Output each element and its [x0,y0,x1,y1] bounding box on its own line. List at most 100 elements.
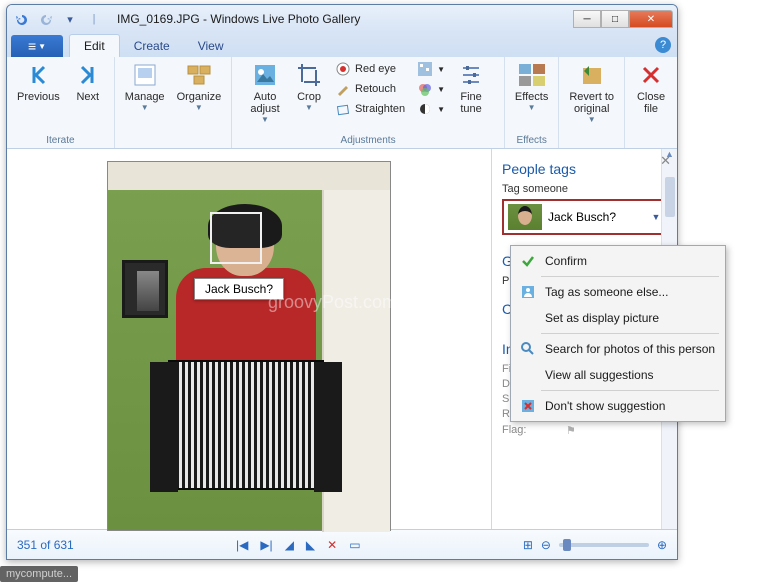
menu-set-display-label: Set as display picture [545,311,659,325]
qat-dropdown-icon[interactable]: ▾ [59,9,81,29]
window-controls: ─ □ ✕ [573,10,673,28]
menu-view-all-label: View all suggestions [545,368,654,382]
close-button[interactable]: ✕ [629,10,673,28]
exposure-button[interactable]: ▼ [415,99,447,119]
menu-view-all[interactable]: View all suggestions [513,362,723,388]
tag-suggestion[interactable]: Jack Busch? ▼ [502,199,669,235]
tag-context-menu: Confirm Tag as someone else... Set as di… [510,245,726,422]
menu-search-label: Search for photos of this person [545,342,715,356]
photo-viewport[interactable]: Jack Busch? groovyPost.com [7,149,491,529]
window-title: IMG_0169.JPG - Windows Live Photo Galler… [117,12,573,26]
close-file-button[interactable]: Close file [631,59,671,117]
revert-group-label [565,135,618,148]
tag-thumbnail [508,204,542,230]
confirm-icon [519,252,537,270]
watermark: groovyPost.com [268,292,397,313]
effects-group-label: Effects [511,135,552,148]
person-icon [519,283,537,301]
quick-access-toolbar: ▾ | [11,9,105,29]
undo-icon[interactable] [11,9,33,29]
noise-button[interactable]: ▼ [415,59,447,79]
ribbon-tabs: ≡▼ Edit Create View [7,33,677,57]
iterate-group-label: Iterate [13,135,108,148]
organize-label: Organize [177,91,222,103]
zoom-in-icon[interactable]: ⊕ [657,538,667,552]
menu-confirm-label: Confirm [545,254,587,268]
flag-icon[interactable]: ⚑ [566,424,576,437]
straighten-label: Straighten [355,103,405,115]
help-icon[interactable]: ? [655,37,671,53]
adjustments-extra: ▼ ▼ ▼ [415,59,447,119]
adjustments-stack: Red eye Retouch Straighten [333,59,407,119]
face-detection-box[interactable] [210,212,262,264]
sb-delete-icon[interactable]: ✕ [327,538,337,552]
retouch-button[interactable]: Retouch [333,79,407,99]
sb-slideshow-icon[interactable]: ▭ [349,538,360,552]
tab-view[interactable]: View [184,35,238,57]
tab-edit[interactable]: Edit [69,34,120,57]
crop-button[interactable]: Crop▼ [289,59,329,114]
sb-rotate-right-icon[interactable]: ◣ [306,538,315,552]
photo-counter: 351 of 631 [17,538,74,552]
ribbon-group-revert: Revert to original▼ [559,57,625,148]
maximize-button[interactable]: □ [601,10,629,28]
crop-label: Crop [297,91,321,103]
status-toolbar: |◀ ▶| ◢ ◣ ✕ ▭ [74,538,523,552]
menu-tag-as-label: Tag as someone else... [545,285,668,299]
manage-group-label [121,135,225,148]
zoom-slider[interactable] [559,543,649,547]
auto-adjust-button[interactable]: Auto adjust▼ [245,59,285,126]
menu-tag-as[interactable]: Tag as someone else... [513,279,723,305]
color-button[interactable]: ▼ [415,79,447,99]
effects-label: Effects [515,91,548,103]
fine-tune-label: Fine tune [460,91,481,115]
retouch-label: Retouch [355,83,396,95]
ribbon: Previous Next Iterate Manage▼ Organize▼ … [7,57,677,149]
next-button[interactable]: Next [68,59,108,105]
search-icon [519,340,537,358]
effects-button[interactable]: Effects▼ [511,59,552,114]
previous-label: Previous [17,91,60,103]
sb-first-icon[interactable]: |◀ [236,538,248,552]
close-group-label [631,135,671,148]
ribbon-group-effects: Effects▼ Effects [505,57,559,148]
menu-dont-show-label: Don't show suggestion [545,399,665,413]
red-eye-button[interactable]: Red eye [333,59,407,79]
redo-icon[interactable] [35,9,57,29]
photo-image: Jack Busch? groovyPost.com [107,161,391,531]
menu-confirm[interactable]: Confirm [513,248,723,274]
sb-fit-icon[interactable]: ⊞ [523,538,533,552]
people-tags-heading: People tags [502,161,669,177]
red-eye-label: Red eye [355,63,396,75]
next-label: Next [76,91,99,103]
file-menu-button[interactable]: ≡▼ [11,35,63,57]
fine-tune-button[interactable]: Fine tune [451,59,491,117]
previous-button[interactable]: Previous [13,59,64,105]
ribbon-group-iterate: Previous Next Iterate [7,57,115,148]
adjustments-group-label: Adjustments [238,135,498,148]
manage-button[interactable]: Manage▼ [121,59,169,114]
tab-create[interactable]: Create [120,35,184,57]
organize-button[interactable]: Organize▼ [173,59,226,114]
ribbon-group-manage: Manage▼ Organize▼ [115,57,232,148]
sb-rotate-left-icon[interactable]: ◢ [285,538,294,552]
revert-button[interactable]: Revert to original▼ [565,59,618,126]
revert-label: Revert to original [569,91,614,115]
straighten-button[interactable]: Straighten [333,99,407,119]
zoom-out-icon[interactable]: ⊖ [541,538,551,552]
panel-close-icon[interactable]: ✕ [660,153,671,169]
manage-label: Manage [125,91,165,103]
title-bar: ▾ | IMG_0169.JPG - Windows Live Photo Ga… [7,5,677,33]
zoom-controls: ⊞ ⊖ ⊕ [523,538,667,552]
sb-last-icon[interactable]: ▶| [260,538,272,552]
dismiss-icon [519,397,537,415]
minimize-button[interactable]: ─ [573,10,601,28]
menu-search[interactable]: Search for photos of this person [513,336,723,362]
flag-label: Flag: [502,424,566,437]
close-file-label: Close file [637,91,665,115]
tag-someone-link[interactable]: Tag someone [502,183,669,195]
menu-set-display[interactable]: Set as display picture [513,305,723,331]
menu-dont-show[interactable]: Don't show suggestion [513,393,723,419]
taskbar-item[interactable]: mycompute... [0,566,78,582]
ribbon-group-adjustments: Auto adjust▼ Crop▼ Red eye Retouch Strai… [232,57,505,148]
